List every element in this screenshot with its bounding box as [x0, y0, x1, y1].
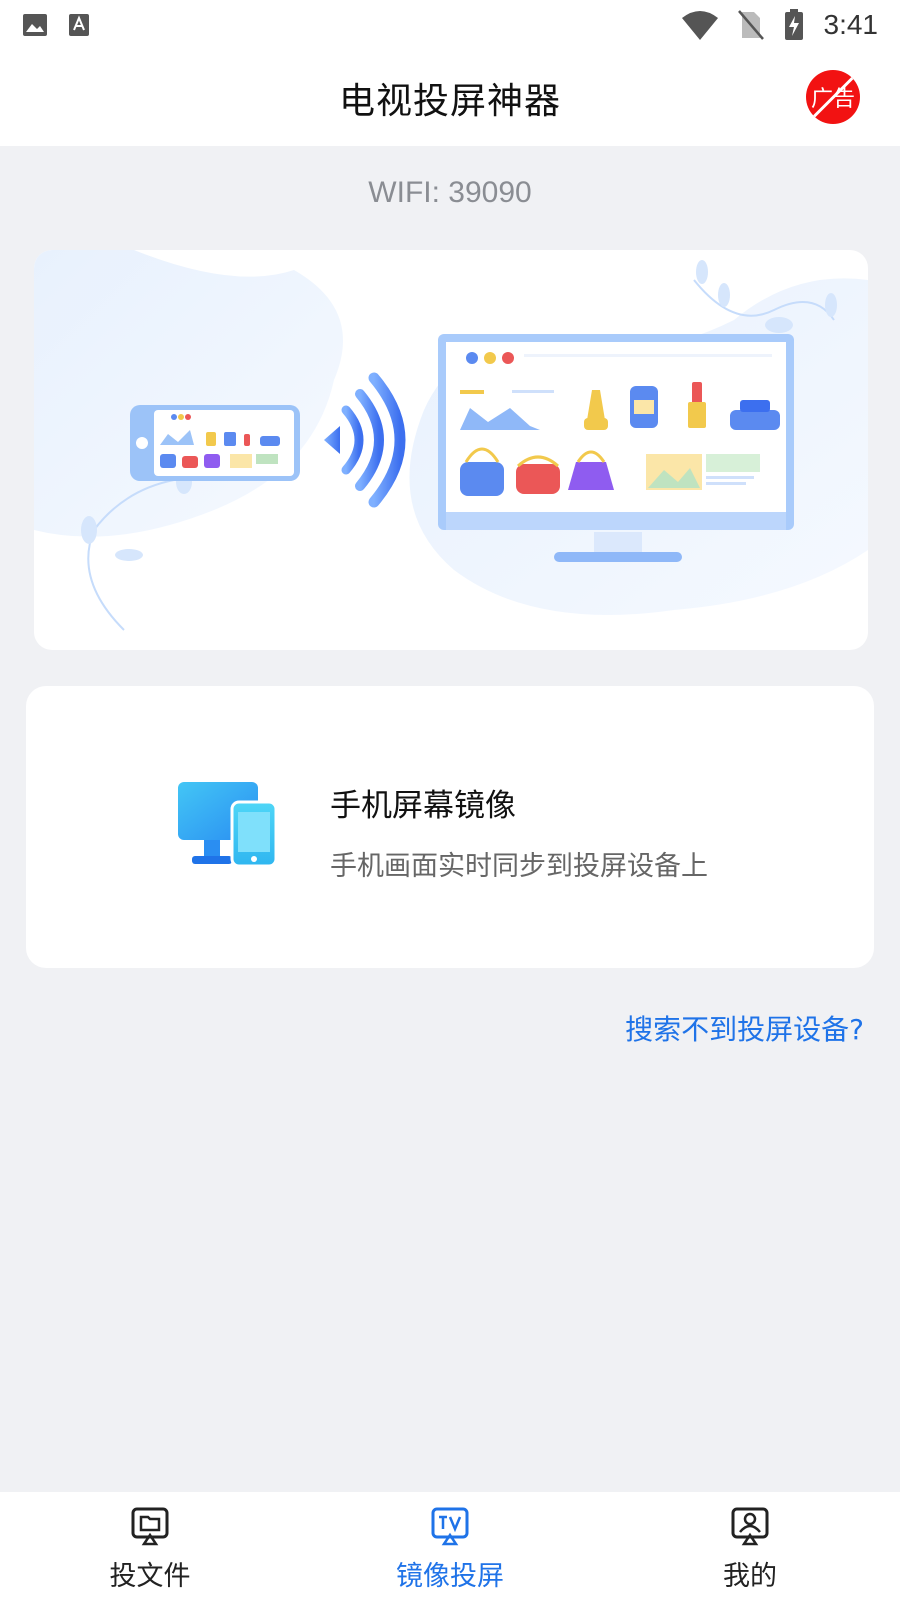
text-a-icon: [69, 14, 89, 36]
status-bar: 3:41: [0, 0, 900, 50]
tab-cast-file[interactable]: 投文件: [0, 1492, 300, 1600]
mirror-description: 手机画面实时同步到投屏设备上: [330, 851, 708, 882]
phone-to-tv-cast-illustration: [34, 250, 868, 631]
cast-banner: [34, 250, 868, 650]
cast-file-icon: [131, 1507, 169, 1546]
wifi-icon: [681, 11, 718, 40]
tv-mirror-icon: [431, 1507, 469, 1546]
tab-profile[interactable]: 我的: [600, 1492, 900, 1600]
image-icon: [23, 14, 47, 36]
battery-charging-icon: [784, 9, 803, 40]
profile-icon: [731, 1507, 769, 1546]
app-header: 电视投屏神器 广告: [0, 50, 900, 146]
tab-label: 镜像投屏: [396, 1561, 504, 1592]
cannot-find-device-link[interactable]: 搜索不到投屏设备?: [625, 1008, 864, 1048]
no-sim-icon: [737, 10, 764, 40]
status-right: 3:41: [681, 9, 879, 41]
tab-mirror-cast[interactable]: 镜像投屏: [300, 1492, 600, 1600]
mirror-title: 手机屏幕镜像: [330, 788, 516, 824]
tab-label: 投文件: [109, 1561, 191, 1592]
screen-mirror-card[interactable]: 手机屏幕镜像 手机画面实时同步到投屏设备上: [26, 686, 874, 968]
screen-mirror-icon: [178, 782, 278, 868]
ad-free-button[interactable]: 广告: [806, 70, 860, 124]
status-left: [22, 13, 90, 37]
status-time: 3:41: [823, 9, 879, 40]
bottom-nav: 投文件 镜像投屏 我的: [0, 1492, 900, 1600]
page-title: 电视投屏神器: [338, 81, 561, 122]
tab-label: 我的: [723, 1561, 777, 1592]
wifi-name: WIFI: 39090: [368, 176, 532, 209]
